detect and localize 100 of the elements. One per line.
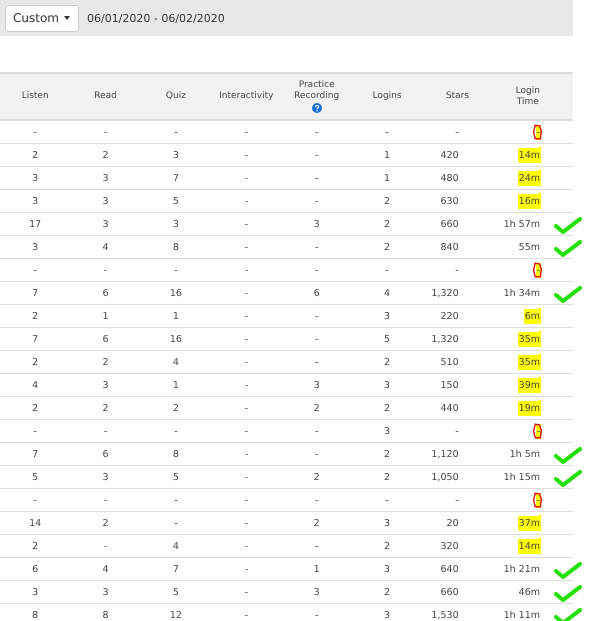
table-cell: - (314, 448, 318, 460)
table-cell: 3 (102, 172, 109, 184)
table-cell: 2 (32, 150, 38, 160)
table-cell: - (244, 288, 248, 298)
table-cell: 2 (32, 402, 38, 414)
table-cell: - (314, 150, 318, 160)
table-cell: 320 (440, 540, 459, 552)
table-cell: 2 (32, 310, 38, 322)
table-cell: - (244, 218, 248, 230)
table-cell: - (536, 492, 541, 508)
table-cell: - (244, 610, 248, 620)
table-cell: - (314, 242, 318, 252)
table-cell: 1 (384, 172, 390, 184)
table-cell: - (314, 610, 318, 620)
table-cell: - (244, 426, 248, 436)
table-cell: 1 (314, 564, 320, 574)
column-header: Listen (22, 91, 49, 102)
table-cell: - (244, 196, 248, 206)
table-cell: 5 (172, 472, 179, 482)
table-cell: 14 (29, 518, 42, 528)
table-cell: 16m (518, 194, 541, 208)
table-cell: - (244, 172, 248, 184)
table-cell: 3 (102, 218, 109, 230)
table-cell: - (174, 426, 178, 436)
table-cell-text: 55m (518, 240, 541, 254)
table-cell: - (33, 126, 37, 138)
table-cell: 7 (172, 564, 179, 574)
table-cell: 2 (384, 472, 390, 482)
table-cell: - (104, 494, 108, 506)
table-cell: 7 (32, 448, 38, 460)
caret-icon (64, 16, 70, 20)
table-cell: 3 (102, 472, 109, 482)
table-cell: 39m (518, 378, 541, 392)
table-cell: - (536, 424, 541, 438)
table-cell: - (455, 126, 459, 138)
table-cell: - (104, 126, 108, 138)
table-cell: - (536, 124, 541, 140)
table-cell: - (104, 540, 108, 552)
table-cell: 6m (524, 308, 541, 324)
table-cell: 6 (102, 448, 109, 460)
help-icon[interactable] (312, 103, 322, 113)
table-cell: 4 (102, 242, 109, 252)
table-cell: - (244, 264, 248, 276)
table-cell: 3 (384, 426, 390, 436)
table-cell: - (244, 472, 248, 482)
table-cell: 4 (172, 540, 179, 552)
table-cell: 3 (32, 172, 38, 184)
range-dropdown[interactable]: Custom (5, 4, 79, 32)
table-cell: 4 (32, 380, 38, 390)
table-cell: 16 (170, 288, 182, 298)
table-cell: 3 (172, 150, 179, 160)
table-cell: 1,050 (431, 472, 459, 482)
table-cell: - (104, 264, 108, 276)
table-cell: 660 (440, 218, 459, 230)
table-cell: 640 (440, 564, 459, 574)
table-cell: - (244, 242, 248, 252)
table-cell: 7 (172, 172, 179, 184)
table-cell: - (455, 494, 459, 506)
table-cell: 510 (440, 356, 459, 368)
table-cell: - (385, 264, 389, 276)
table-cell: 1 (102, 310, 109, 322)
column-header: Quiz (166, 91, 186, 102)
table-cell: 5 (172, 196, 179, 206)
table-cell: 2 (314, 472, 320, 482)
table-cell: 6 (102, 288, 109, 298)
table-cell: 37m (518, 516, 541, 530)
table-cell: 5 (32, 472, 38, 482)
table-cell: 2 (32, 356, 38, 368)
column-header: Interactivity (219, 91, 274, 102)
table-cell: - (244, 586, 248, 598)
table-cell: - (314, 356, 318, 368)
table-cell: - (314, 172, 318, 184)
table-cell: 3 (314, 586, 320, 598)
table-cell: 3 (32, 196, 38, 206)
table-cell: 220 (440, 310, 459, 322)
table-cell: - (314, 126, 318, 138)
table-cell: - (33, 264, 37, 276)
column-header: Practice Recording (293, 80, 340, 102)
table-cell: - (244, 126, 248, 138)
table-cell: 2 (102, 356, 109, 368)
table-cell: - (244, 448, 248, 460)
table-cell: 2 (314, 402, 320, 414)
table-cell: - (314, 310, 318, 322)
table-cell: 3 (32, 242, 38, 252)
table-cell: 8 (172, 448, 179, 460)
table-cell: - (314, 264, 318, 276)
table-cell: 2 (384, 218, 390, 230)
table-cell: 3 (384, 564, 390, 574)
table-cell-text: 46m (518, 586, 541, 600)
table-cell: 440 (440, 402, 459, 414)
table-cell: 3 (172, 218, 179, 230)
table-cell: 3 (314, 380, 320, 390)
table-cell: 2 (384, 402, 390, 414)
table-cell: 3 (384, 610, 390, 620)
table-cell: - (314, 426, 318, 436)
table-cell-text: 1h 5m (508, 448, 541, 462)
table-cell: 1 (384, 150, 390, 160)
table-cell: 480 (440, 172, 459, 184)
column-header: Logins (372, 91, 402, 102)
table-cell: - (455, 426, 459, 436)
